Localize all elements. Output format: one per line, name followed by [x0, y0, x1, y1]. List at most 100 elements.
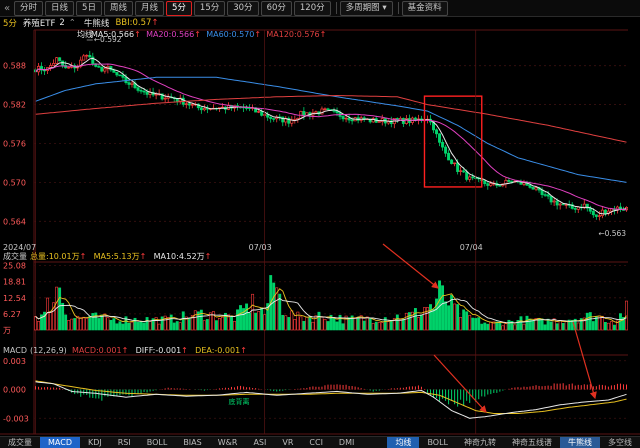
candle-body [100, 66, 104, 72]
volume-bar [121, 323, 125, 331]
macd-legend-arrow-0: ↑ [122, 346, 129, 355]
volume-bar [474, 318, 478, 331]
candle-body [323, 108, 327, 110]
volume-bar [477, 317, 481, 331]
volume-bar [214, 320, 218, 331]
candle-body [489, 183, 493, 186]
volume-bar [187, 318, 191, 331]
candle-body [498, 185, 502, 187]
volume-bar [507, 319, 511, 331]
volume-legend-arrow-2: ↑ [205, 252, 212, 261]
candle-body [139, 90, 143, 92]
volume-bar [432, 308, 435, 331]
overlay-tab-2[interactable]: 神奇九转 [456, 437, 504, 448]
volume-bar [193, 310, 197, 331]
volume-bar [73, 318, 77, 331]
indicator-tab-5[interactable]: BIAS [175, 437, 209, 448]
volume-bar [504, 323, 508, 331]
volume-bar [555, 323, 559, 331]
indicator-tab-8[interactable]: VR [274, 437, 301, 448]
candle-body [507, 180, 511, 182]
overlay-tab-1[interactable]: BOLL [419, 437, 456, 448]
overlay-tab-4[interactable]: 牛熊线 [560, 437, 600, 448]
volume-bar [305, 316, 309, 331]
candle-body [528, 184, 532, 188]
volume-bar [486, 323, 490, 331]
macd-params: (12,26,9) [30, 346, 67, 355]
candle-body [543, 194, 547, 196]
candle-body [347, 117, 351, 121]
volume-bar [389, 319, 393, 331]
indicator-tab-6[interactable]: W&R [210, 437, 246, 448]
candle-body [447, 152, 451, 161]
candle-body [82, 55, 86, 61]
indicator-tab-0[interactable]: 成交量 [0, 437, 40, 448]
macd-legend-1: DIFF:-0.001 [136, 346, 182, 355]
volume-bar [34, 316, 37, 331]
volume-bar [429, 304, 432, 331]
candle-body [49, 65, 53, 68]
overlay-tab-3[interactable]: 神奇五线谱 [504, 437, 560, 448]
candle-body [438, 133, 442, 143]
indicator-tab-9[interactable]: CCI [301, 437, 331, 448]
volume-bar [82, 316, 86, 331]
volume-bar [323, 318, 327, 331]
volume-bar [483, 322, 487, 331]
volume-bar [531, 320, 535, 331]
indicator-tab-7[interactable]: ASI [245, 437, 274, 448]
volume-bar [37, 321, 40, 331]
volume-bar [326, 321, 330, 331]
low-label: ←0.563 [598, 229, 626, 238]
volume-bar [585, 312, 589, 331]
candle-body [462, 170, 466, 173]
candle-body [115, 72, 119, 76]
candle-body [441, 141, 445, 148]
candle-body [314, 111, 318, 114]
volume-bar [302, 320, 306, 331]
high-label: ←0.592 [94, 35, 122, 44]
candle-body [531, 187, 535, 190]
candle-body [573, 208, 577, 210]
macd-tick-0: 0.003 [3, 357, 26, 366]
volume-legend-0: 总量:10.01万 [30, 251, 80, 261]
volume-bar [540, 318, 544, 331]
candle-body [594, 214, 598, 217]
overlay-tab-0[interactable]: 均线 [387, 437, 420, 448]
volume-bar [420, 314, 423, 331]
volume-bar [88, 316, 92, 331]
volume-bar [549, 321, 553, 331]
price-tick-4: 0.564 [3, 217, 26, 226]
candle-body [561, 203, 565, 206]
volume-bar [558, 320, 562, 331]
ma-legend-arrow-2: ↑ [254, 30, 261, 39]
volume-bar [67, 320, 71, 331]
volume-bar [444, 301, 448, 331]
indicator-tab-2[interactable]: KDJ [80, 437, 110, 448]
indicator-tab-4[interactable]: BOLL [139, 437, 176, 448]
volume-bar [115, 323, 119, 331]
indicator-tab-1[interactable]: MACD [40, 437, 80, 448]
candle-body [55, 57, 59, 64]
volume-bar [371, 323, 375, 331]
volume-bar [79, 317, 83, 331]
candle-body [435, 129, 439, 135]
volume-bar [239, 305, 242, 331]
macd-histogram [35, 383, 627, 407]
divergence-annotation: 底背离 [228, 397, 249, 406]
volume-bar [64, 314, 68, 331]
candle-body [260, 111, 264, 116]
candle-body [456, 162, 460, 172]
volume-legend-arrow-0: ↑ [80, 252, 87, 261]
indicator-tab-3[interactable]: RSI [110, 437, 139, 448]
volume-bar [398, 319, 402, 331]
candle-body [124, 76, 128, 83]
volume-bar [353, 317, 357, 331]
volume-bar [112, 318, 116, 331]
overlay-tab-5[interactable]: 多空线 [600, 437, 640, 448]
indicator-tab-10[interactable]: DMI [331, 437, 362, 448]
candle-body [154, 93, 158, 96]
candle-body [591, 210, 595, 216]
volume-bar [459, 317, 463, 331]
volume-bar [160, 316, 164, 331]
volume-bar [498, 321, 502, 331]
